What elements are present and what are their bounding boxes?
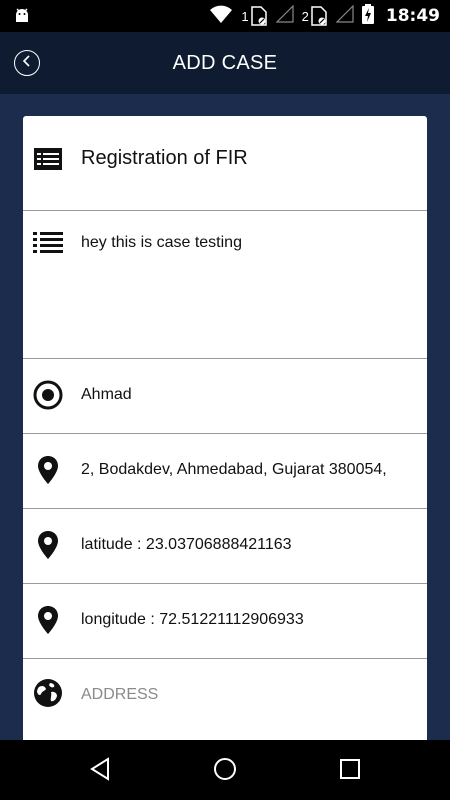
case-title-value: Registration of FIR — [81, 147, 248, 169]
location-pin-icon — [33, 530, 63, 560]
latitude-value: latitude : 23.03706888421163 — [81, 536, 292, 553]
case-title-field[interactable]: Registration of FIR — [23, 116, 427, 211]
case-description-value: hey this is case testing — [81, 234, 242, 251]
triangle-back-icon — [89, 756, 111, 786]
signal-empty-icon — [335, 4, 354, 28]
nav-home-button[interactable] — [212, 757, 238, 786]
battery-charging-icon — [361, 3, 374, 29]
chevron-left-icon — [22, 54, 32, 72]
signal-empty-icon — [275, 4, 294, 28]
wifi-icon — [209, 4, 233, 29]
back-button[interactable] — [14, 50, 40, 76]
page-title: ADD CASE — [172, 52, 278, 74]
circle-home-icon — [213, 757, 237, 786]
person-name-field[interactable]: Ahmad — [23, 359, 427, 434]
address-input[interactable]: ADDRESS — [81, 686, 417, 704]
latitude-field[interactable]: latitude : 23.03706888421163 — [23, 509, 427, 584]
globe-icon — [33, 678, 63, 708]
case-form-card: Registration of FIR hey this is case tes… — [23, 116, 427, 756]
list-icon — [33, 228, 63, 258]
sim2-indicator: 2 — [302, 6, 328, 26]
location-address-field[interactable]: 2, Bodakdev, Ahmedabad, Gujarat 380054, — [23, 434, 427, 509]
square-recents-icon — [339, 758, 361, 785]
navigation-bar — [0, 740, 450, 800]
person-name-value: Ahmad — [81, 386, 132, 403]
longitude-value: longitude : 72.51221112906933 — [81, 611, 304, 628]
longitude-field[interactable]: longitude : 72.51221112906933 — [23, 584, 427, 659]
sim1-indicator: 1 — [241, 6, 267, 26]
android-notification-icon — [12, 6, 32, 31]
status-bar: 1 2 18:49 — [0, 0, 450, 32]
case-description-field[interactable]: hey this is case testing — [23, 211, 427, 359]
location-pin-icon — [33, 455, 63, 485]
nav-back-button[interactable] — [87, 756, 113, 786]
location-address-value: 2, Bodakdev, Ahmedabad, Gujarat 380054, — [81, 461, 387, 478]
app-bar: ADD CASE — [0, 32, 450, 94]
location-pin-icon — [33, 605, 63, 635]
target-icon — [33, 380, 63, 410]
nav-recents-button[interactable] — [337, 758, 363, 784]
clock: 18:49 — [385, 6, 440, 26]
id-card-icon — [33, 144, 63, 174]
